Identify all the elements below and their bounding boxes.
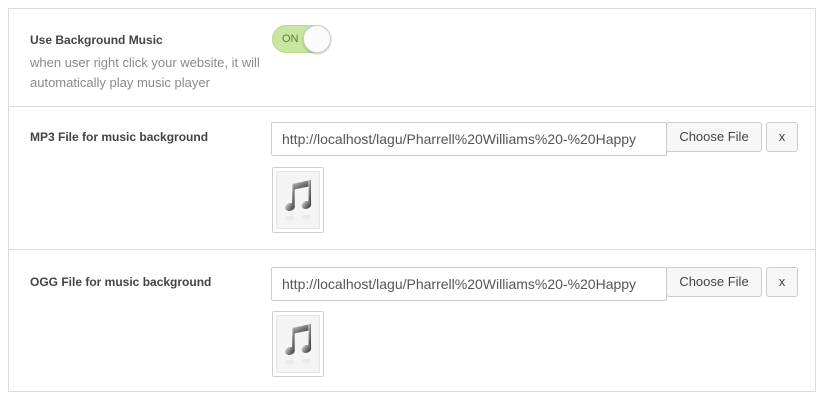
mp3-file-row: MP3 File for music background Choose Fil… [9,107,815,250]
music-note-icon [285,324,312,365]
ogg-thumbnail-frame [276,315,320,373]
ogg-remove-button[interactable]: x [766,267,798,297]
mp3-thumbnail-frame [276,171,320,229]
toggle-knob[interactable] [303,25,331,53]
background-music-toggle[interactable]: ON [272,25,331,53]
ogg-url-input[interactable] [271,267,667,301]
mp3-choose-file-button[interactable]: Choose File [666,122,762,152]
mp3-remove-button[interactable]: x [766,122,798,152]
mp3-url-input[interactable] [271,122,667,156]
background-music-description: when user right click your website, it w… [30,55,260,90]
music-note-icon [285,180,312,221]
mp3-file-label: MP3 File for music background [30,130,209,144]
background-music-label: Use Background Music [30,33,163,47]
mp3-thumbnail [272,167,324,233]
ogg-thumbnail [272,311,324,377]
toggle-state-label: ON [282,33,299,45]
settings-panel: Use Background Music when user right cli… [8,8,816,392]
ogg-file-label: OGG File for music background [30,275,212,289]
background-music-row: Use Background Music when user right cli… [9,9,815,107]
ogg-file-row: OGG File for music background Choose Fil… [9,250,815,392]
ogg-choose-file-button[interactable]: Choose File [666,267,762,297]
